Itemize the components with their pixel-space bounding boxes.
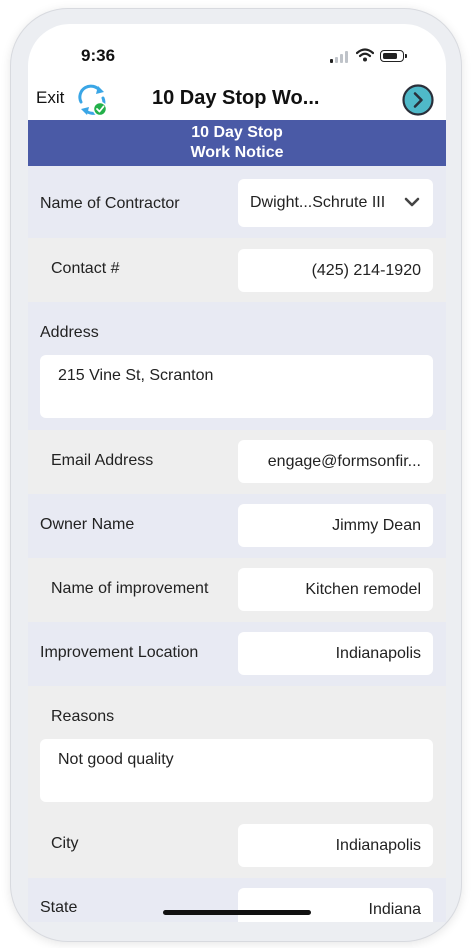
battery-icon xyxy=(380,50,407,62)
contractor-select[interactable]: Dwight...Schrute III xyxy=(238,179,433,227)
form-header-line2: Work Notice xyxy=(190,144,284,161)
page-title: 10 Day Stop Wo... xyxy=(152,87,320,109)
location-input[interactable]: Indianapolis xyxy=(238,632,433,675)
owner-label: Owner Name xyxy=(40,516,135,533)
city-label: City xyxy=(51,835,79,852)
exit-button[interactable]: Exit xyxy=(36,88,64,108)
cellular-signal-icon xyxy=(330,51,350,63)
state-input[interactable]: Indiana xyxy=(238,888,433,922)
improvement-label: Name of improvement xyxy=(51,580,209,597)
form-header-line1: 10 Day Stop xyxy=(191,124,283,141)
status-bar: 9:36 xyxy=(28,24,446,84)
wifi-icon xyxy=(356,48,374,62)
contact-input[interactable]: (425) 214-1920 xyxy=(238,249,433,292)
owner-input[interactable]: Jimmy Dean xyxy=(238,504,433,547)
state-label: State xyxy=(40,899,78,916)
contractor-label: Name of Contractor xyxy=(40,195,180,212)
contractor-value: Dwight...Schrute III xyxy=(250,194,386,211)
location-label: Improvement Location xyxy=(40,644,199,661)
city-input[interactable]: Indianapolis xyxy=(238,824,433,867)
address-label: Address xyxy=(40,324,99,341)
reasons-input[interactable]: Not good quality xyxy=(40,739,433,802)
improvement-input[interactable]: Kitchen remodel xyxy=(238,568,433,611)
next-button[interactable] xyxy=(402,84,434,116)
chevron-down-icon xyxy=(404,197,420,207)
form-header: 10 Day Stop Work Notice xyxy=(28,120,446,166)
chevron-right-circle-icon xyxy=(402,84,434,116)
address-input[interactable]: 215 Vine St, Scranton xyxy=(40,355,433,418)
reasons-label: Reasons xyxy=(51,708,115,725)
email-input[interactable]: engage@formsonfir... xyxy=(238,440,433,483)
app-screen: 9:36 Exit 10 Day Stop Wo... 10 Day Stop … xyxy=(28,24,446,922)
nav-bar: Exit 10 Day Stop Wo... xyxy=(28,84,446,120)
home-indicator[interactable] xyxy=(163,910,311,915)
form-area: 10 Day Stop Work Notice Name of Contract… xyxy=(28,120,446,922)
contact-label: Contact # xyxy=(51,260,120,277)
status-time: 9:36 xyxy=(81,46,116,65)
email-label: Email Address xyxy=(51,452,154,469)
sync-icon[interactable] xyxy=(75,83,109,117)
